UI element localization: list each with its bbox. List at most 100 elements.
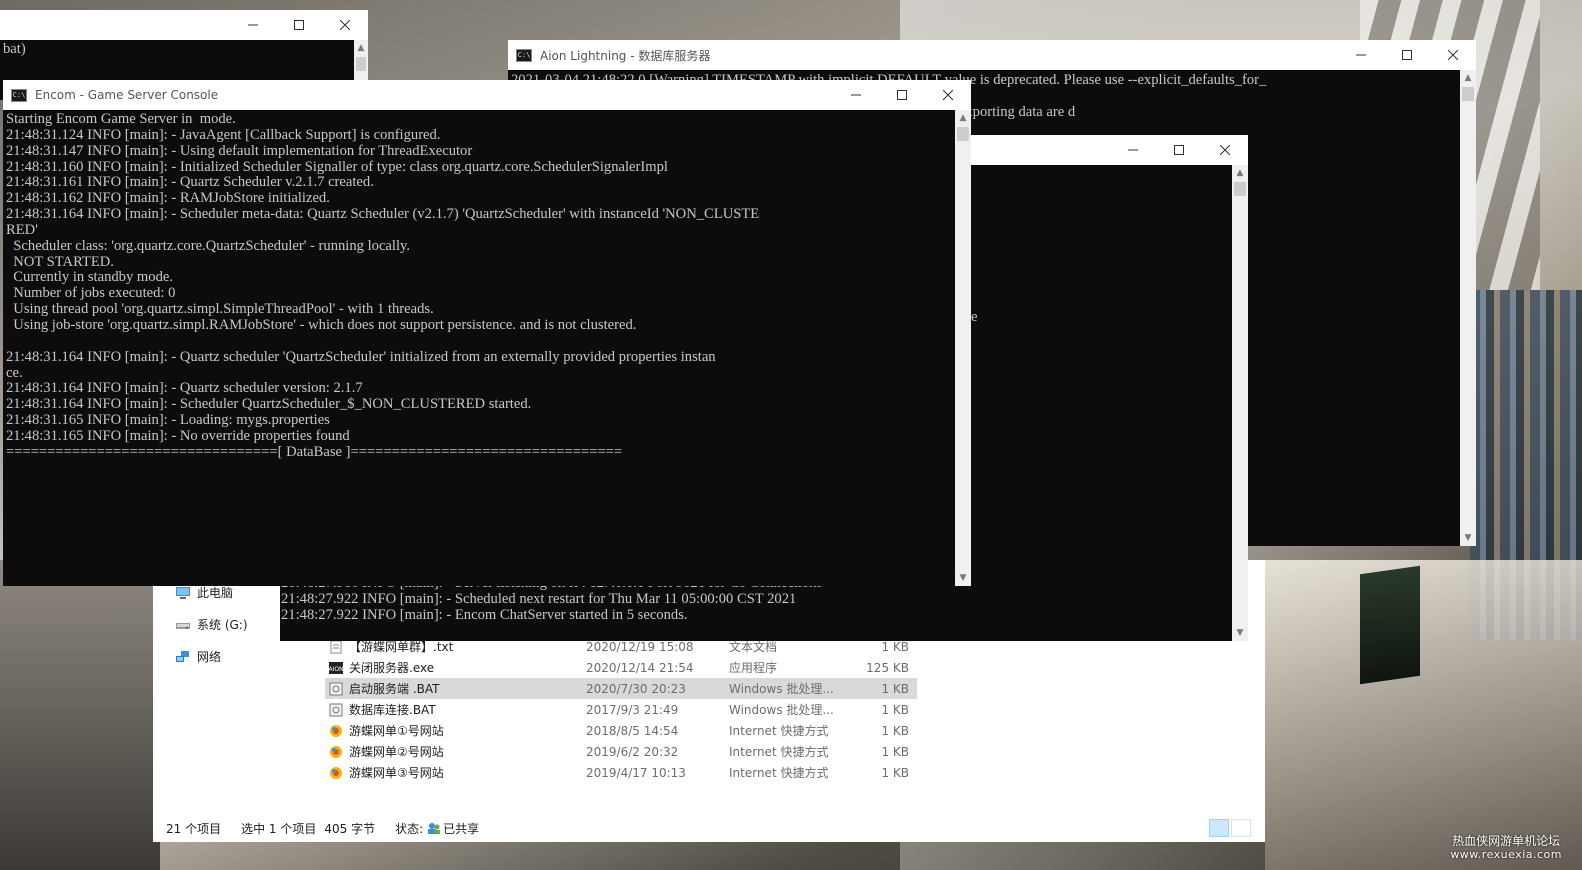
file-type: 应用程序 <box>729 661 778 675</box>
close-icon <box>340 20 350 30</box>
window-titlebar: C:\ Aion Lightning - 数据库服务器 <box>508 40 1476 70</box>
watermark: 热血侠网游单机论坛 www.rexuexia.com <box>1450 834 1562 862</box>
status-bar: 21 个项目 选中 1 个项目 405 字节 状态: 已共享 <box>153 814 1265 842</box>
wallpaper-chair <box>0 560 160 870</box>
file-size: 1 KB <box>881 723 909 738</box>
large-icons-view-button[interactable] <box>1231 819 1251 837</box>
file-name: 游蝶网单①号网站 <box>349 724 444 738</box>
maximize-icon <box>1402 50 1412 60</box>
file-size: 125 KB <box>866 660 909 675</box>
computer-icon <box>176 586 190 599</box>
console-line: 21:48:31.161 INFO [main]: - Quartz Sched… <box>6 174 374 191</box>
file-row[interactable]: 游蝶网单②号网站 2019/6/2 20:32 Internet 快捷方式 1 … <box>325 741 917 762</box>
file-row[interactable]: 数据库连接.BAT 2017/9/3 21:49 Windows 批处理... … <box>325 699 917 720</box>
nav-item-network[interactable]: 网络 <box>175 648 221 665</box>
file-row[interactable]: 游蝶网单①号网站 2018/8/5 14:54 Internet 快捷方式 1 … <box>325 720 917 741</box>
wallpaper-box <box>1360 565 1420 685</box>
minimize-icon <box>851 94 861 96</box>
console-output: Starting Encom Game Server in mode. 21:48… <box>3 110 955 586</box>
maximize-button[interactable] <box>276 10 322 40</box>
window-title: Encom - Game Server Console <box>35 88 219 102</box>
console-line: Using job-store 'org.quartz.simpl.RAMJob… <box>6 316 637 333</box>
cmd-icon: C:\ <box>516 48 532 62</box>
file-type: Internet 快捷方式 <box>729 766 829 780</box>
url-shortcut-icon <box>330 766 342 779</box>
wallpaper-table <box>1265 560 1582 870</box>
shared-users-icon <box>428 823 441 834</box>
window-titlebar: C:\ Encom - Game Server Console <box>3 80 971 110</box>
close-icon <box>1220 145 1230 155</box>
window-titlebar <box>0 10 368 40</box>
watermark-site: www.rexuexia.com <box>1450 848 1562 861</box>
drive-icon <box>176 622 190 629</box>
close-button[interactable] <box>1430 40 1476 70</box>
close-button[interactable] <box>925 80 971 110</box>
console-window-game-server[interactable]: C:\ Encom - Game Server Console Starting… <box>3 80 971 586</box>
status-selected-count: 选中 1 个项目 <box>241 821 317 836</box>
scroll-thumb[interactable] <box>957 127 969 141</box>
close-button[interactable] <box>322 10 368 40</box>
maximize-icon <box>897 90 907 100</box>
scroll-thumb[interactable] <box>1234 182 1246 196</box>
file-size: 1 KB <box>881 765 909 780</box>
status-state-value: 已共享 <box>443 821 480 836</box>
file-date: 2019/6/2 20:32 <box>586 744 679 759</box>
bat-file-icon <box>329 682 343 695</box>
console-line: Starting Encom Game Server in mode. <box>6 111 236 127</box>
file-date: 2019/4/17 10:13 <box>586 765 686 780</box>
console-line: 21:48:27.922 INFO [main]: - Encom ChatSe… <box>281 607 688 623</box>
file-date: 2020/12/19 15:08 <box>586 639 694 654</box>
scroll-down-icon[interactable]: ▼ <box>1460 530 1476 546</box>
console-line: 21:48:31.164 INFO [main]: - Quartz sched… <box>6 348 716 365</box>
console-line: 21:48:31.165 INFO [main]: - No override … <box>6 427 350 444</box>
status-state-label: 状态: <box>395 821 424 836</box>
file-type: Windows 批处理... <box>729 682 834 696</box>
view-switcher <box>1209 819 1251 837</box>
vertical-scrollbar[interactable]: ▲ ▼ <box>1460 70 1476 546</box>
file-row[interactable]: 游蝶网单③号网站 2019/4/17 10:13 Internet 快捷方式 1… <box>325 762 917 783</box>
minimize-button[interactable] <box>833 80 879 110</box>
vertical-scrollbar[interactable]: ▲ ▼ <box>1232 165 1248 641</box>
maximize-button[interactable] <box>1384 40 1430 70</box>
console-line: Number of jobs executed: 0 <box>6 285 176 302</box>
maximize-icon <box>1174 145 1184 155</box>
maximize-button[interactable] <box>1156 135 1202 165</box>
minimize-icon <box>248 24 258 26</box>
details-view-button[interactable] <box>1209 819 1229 837</box>
console-line: =================================[ DataB… <box>6 443 623 460</box>
minimize-button[interactable] <box>230 10 276 40</box>
text-file-icon <box>330 640 342 653</box>
close-icon <box>1448 50 1458 60</box>
console-fragment: e <box>971 309 978 325</box>
nav-item-label: 网络 <box>197 650 222 664</box>
file-name: 数据库连接.BAT <box>349 703 436 717</box>
scroll-up-icon[interactable]: ▲ <box>955 110 971 126</box>
scroll-thumb[interactable] <box>1462 87 1474 101</box>
file-row-selected[interactable]: 启动服务端 .BAT 2020/7/30 20:23 Windows 批处理..… <box>325 678 917 699</box>
file-type: Internet 快捷方式 <box>729 745 829 759</box>
scroll-down-icon[interactable]: ▼ <box>955 570 971 586</box>
nav-item-label: 系统 (G:) <box>197 618 248 632</box>
vertical-scrollbar[interactable]: ▲ ▼ <box>955 110 971 586</box>
file-size: 1 KB <box>881 639 909 654</box>
scroll-down-icon[interactable]: ▼ <box>1232 625 1248 641</box>
nav-item-drive-g[interactable]: 系统 (G:) <box>175 616 248 633</box>
close-button[interactable] <box>1202 135 1248 165</box>
scroll-up-icon[interactable]: ▲ <box>354 40 368 56</box>
console-line: NOT STARTED. <box>6 253 114 270</box>
nav-item-this-pc[interactable]: 此电脑 <box>175 584 233 601</box>
console-line: RED' <box>6 221 38 238</box>
scroll-up-icon[interactable]: ▲ <box>1460 70 1476 86</box>
maximize-button[interactable] <box>879 80 925 110</box>
console-line: Scheduler class: 'org.quartz.core.Quartz… <box>6 237 411 254</box>
minimize-button[interactable] <box>1338 40 1384 70</box>
file-type: Internet 快捷方式 <box>729 724 829 738</box>
console-line: 21:48:31.147 INFO [main]: - Using defaul… <box>6 142 473 159</box>
scroll-thumb[interactable] <box>356 57 366 71</box>
console-line: Using thread pool 'org.quartz.simpl.Simp… <box>6 301 434 318</box>
maximize-icon <box>294 20 304 30</box>
file-row[interactable]: AION 关闭服务器.exe 2020/12/14 21:54 应用程序 125… <box>325 657 917 678</box>
minimize-button[interactable] <box>1110 135 1156 165</box>
console-line: 21:48:31.164 INFO [main]: - Scheduler Qu… <box>6 396 532 413</box>
scroll-up-icon[interactable]: ▲ <box>1232 165 1248 181</box>
